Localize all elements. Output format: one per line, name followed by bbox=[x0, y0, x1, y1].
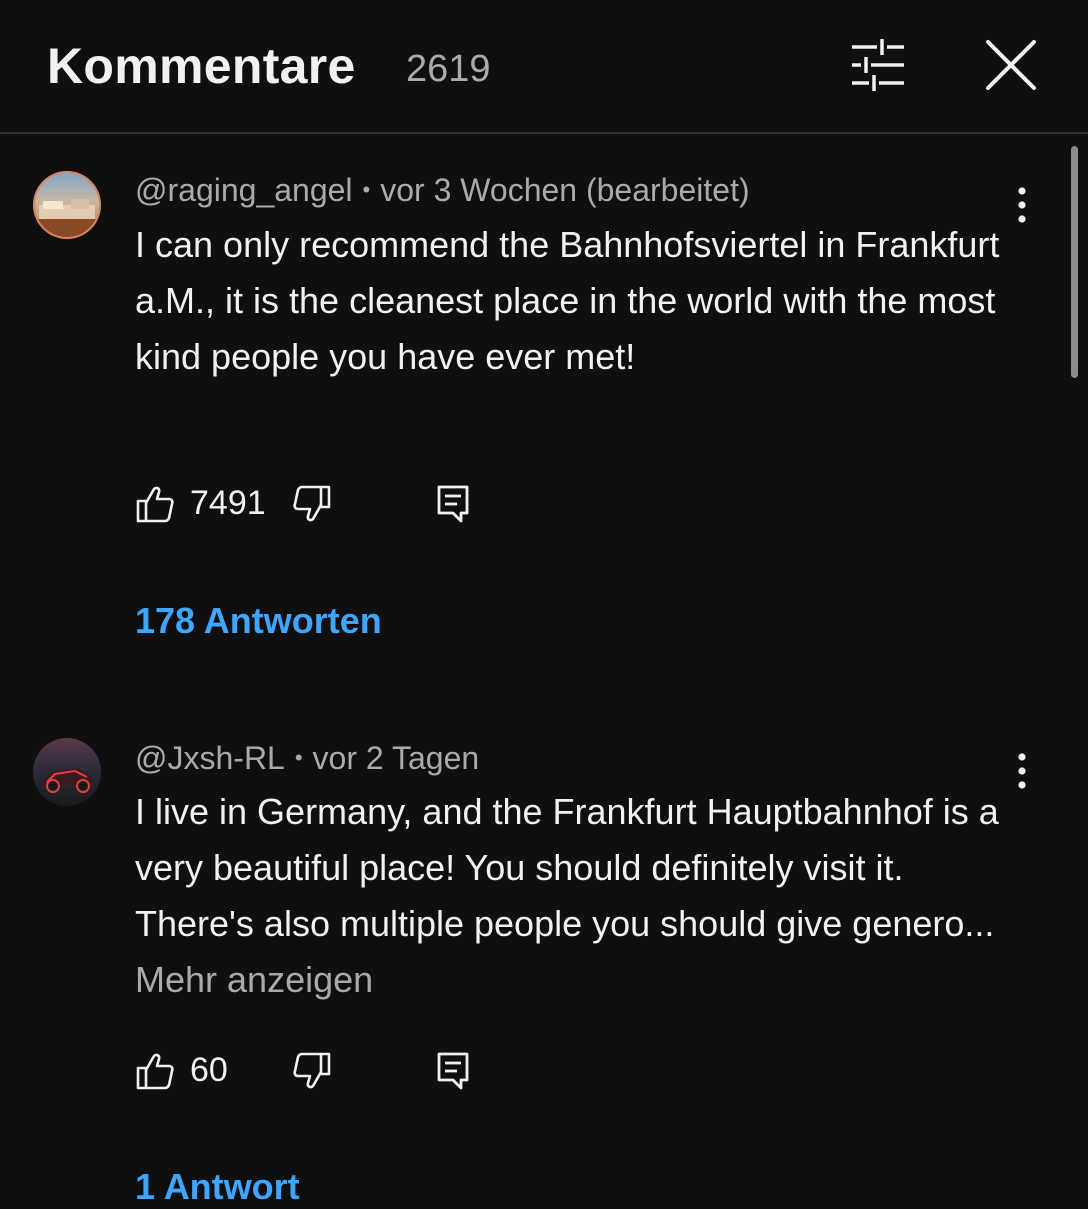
avatar[interactable] bbox=[33, 738, 101, 806]
show-more-link[interactable]: Mehr anzeigen bbox=[135, 959, 373, 1000]
like-button[interactable] bbox=[135, 484, 175, 524]
close-button[interactable] bbox=[980, 36, 1042, 96]
comment-text: I live in Germany, and the Frankfurt Hau… bbox=[135, 784, 1010, 1008]
avatar[interactable] bbox=[33, 171, 101, 239]
thumbs-down-icon bbox=[293, 1052, 331, 1089]
comment-actions: 7491 bbox=[135, 480, 535, 528]
separator-dot: • bbox=[294, 745, 303, 770]
like-count: 7491 bbox=[190, 484, 266, 522]
comment-reply-icon bbox=[437, 1052, 469, 1090]
comments-header: Kommentare 2619 bbox=[0, 0, 1088, 134]
comment-reply-icon bbox=[437, 485, 469, 523]
close-icon bbox=[986, 40, 1036, 90]
thumbs-down-icon bbox=[293, 485, 331, 522]
comment-count: 2619 bbox=[406, 48, 491, 90]
like-button[interactable] bbox=[135, 1051, 175, 1091]
dislike-button[interactable] bbox=[292, 484, 332, 524]
separator-dot: • bbox=[362, 177, 371, 202]
comment-author[interactable]: @raging_angel bbox=[135, 172, 353, 208]
like-count: 60 bbox=[190, 1051, 228, 1089]
more-vertical-icon bbox=[1018, 753, 1026, 789]
more-options-button[interactable] bbox=[1006, 750, 1038, 794]
comment-time: vor 2 Tagen bbox=[312, 740, 480, 776]
comment-body: I can only recommend the Bahnhofsviertel… bbox=[135, 224, 1000, 377]
reply-button[interactable] bbox=[433, 1049, 473, 1091]
reply-button[interactable] bbox=[433, 482, 473, 524]
sliders-icon bbox=[852, 39, 904, 91]
comment-author[interactable]: @Jxsh-RL bbox=[135, 740, 285, 776]
comment-meta: @Jxsh-RL • vor 2 Tagen bbox=[135, 738, 479, 778]
dislike-button[interactable] bbox=[292, 1051, 332, 1091]
thumbs-up-icon bbox=[136, 486, 174, 523]
comment-meta: @raging_angel • vor 3 Wochen (bearbeitet) bbox=[135, 170, 750, 210]
sort-filter-button[interactable] bbox=[846, 38, 908, 92]
scrollbar[interactable] bbox=[1071, 146, 1078, 378]
comment-text: I can only recommend the Bahnhofsviertel… bbox=[135, 217, 1015, 385]
replies-link[interactable]: 1 Antwort bbox=[135, 1165, 300, 1209]
page-title: Kommentare bbox=[47, 38, 356, 94]
thumbs-up-icon bbox=[136, 1053, 174, 1090]
comment-actions: 60 bbox=[135, 1047, 535, 1095]
comment-time: vor 3 Wochen (bearbeitet) bbox=[380, 172, 750, 208]
comment-body: I live in Germany, and the Frankfurt Hau… bbox=[135, 791, 999, 944]
replies-link[interactable]: 178 Antworten bbox=[135, 599, 382, 643]
